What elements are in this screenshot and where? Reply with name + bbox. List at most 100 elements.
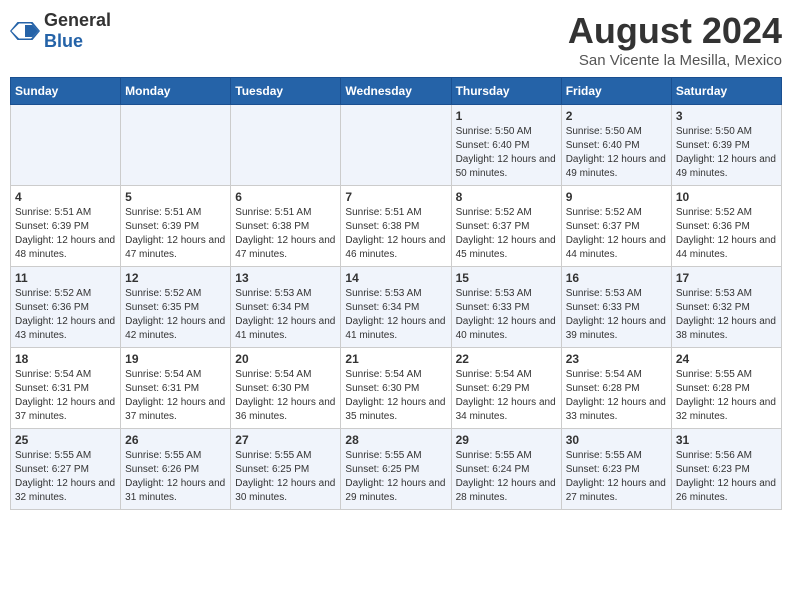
day-number: 11 <box>15 271 116 285</box>
day-info: Sunrise: 5:51 AM Sunset: 6:38 PM Dayligh… <box>345 206 446 262</box>
day-number: 20 <box>235 352 336 366</box>
day-info: Sunrise: 5:54 AM Sunset: 6:30 PM Dayligh… <box>235 368 336 424</box>
day-number: 18 <box>15 352 116 366</box>
day-number: 4 <box>15 190 116 204</box>
calendar-cell: 9 Sunrise: 5:52 AM Sunset: 6:37 PM Daylig… <box>561 186 671 267</box>
day-info: Sunrise: 5:53 AM Sunset: 6:32 PM Dayligh… <box>676 287 777 343</box>
day-number: 19 <box>125 352 226 366</box>
calendar-cell: 8Sunrise: 5:52 AM Sunset: 6:37 PM Daylig… <box>451 186 561 267</box>
day-number: 21 <box>345 352 446 366</box>
calendar-cell: 31 Sunrise: 5:56 AM Sunset: 6:23 PM Dayli… <box>671 429 781 510</box>
col-header-wednesday: Wednesday <box>341 78 451 105</box>
logo: General Blue <box>10 10 111 52</box>
col-header-sunday: Sunday <box>11 78 121 105</box>
day-info: Sunrise: 5:52 AM Sunset: 6:37 PM Dayligh… <box>566 206 667 262</box>
day-info: Sunrise: 5:50 AM Sunset: 6:40 PM Dayligh… <box>566 125 667 181</box>
col-header-friday: Friday <box>561 78 671 105</box>
day-number: 13 <box>235 271 336 285</box>
logo-general: General <box>44 10 111 31</box>
calendar-cell: 14 Sunrise: 5:53 AM Sunset: 6:34 PM Dayli… <box>341 267 451 348</box>
day-number: 27 <box>235 433 336 447</box>
day-number: 14 <box>345 271 446 285</box>
calendar-cell: 11Sunrise: 5:52 AM Sunset: 6:36 PM Dayli… <box>11 267 121 348</box>
calendar-cell: 19 Sunrise: 5:54 AM Sunset: 6:31 PM Dayli… <box>121 348 231 429</box>
day-number: 8 <box>456 190 557 204</box>
day-info: Sunrise: 5:51 AM Sunset: 6:38 PM Dayligh… <box>235 206 336 262</box>
calendar-table: SundayMondayTuesdayWednesdayThursdayFrid… <box>10 77 782 510</box>
logo-text: General Blue <box>44 10 111 52</box>
calendar-cell: 17 Sunrise: 5:53 AM Sunset: 6:32 PM Dayli… <box>671 267 781 348</box>
calendar-cell: 13 Sunrise: 5:53 AM Sunset: 6:34 PM Dayli… <box>231 267 341 348</box>
day-number: 12 <box>125 271 226 285</box>
calendar-cell: 26Sunrise: 5:55 AM Sunset: 6:26 PM Dayli… <box>121 429 231 510</box>
day-info: Sunrise: 5:53 AM Sunset: 6:33 PM Dayligh… <box>566 287 667 343</box>
calendar-cell <box>11 105 121 186</box>
day-info: Sunrise: 5:54 AM Sunset: 6:31 PM Dayligh… <box>125 368 226 424</box>
calendar-cell: 4 Sunrise: 5:51 AM Sunset: 6:39 PM Daylig… <box>11 186 121 267</box>
day-info: Sunrise: 5:56 AM Sunset: 6:23 PM Dayligh… <box>676 449 777 505</box>
calendar-cell: 21 Sunrise: 5:54 AM Sunset: 6:30 PM Dayli… <box>341 348 451 429</box>
calendar-cell: 25Sunrise: 5:55 AM Sunset: 6:27 PM Dayli… <box>11 429 121 510</box>
calendar-cell: 7 Sunrise: 5:51 AM Sunset: 6:38 PM Daylig… <box>341 186 451 267</box>
calendar-cell: 22Sunrise: 5:54 AM Sunset: 6:29 PM Dayli… <box>451 348 561 429</box>
calendar-cell: 24 Sunrise: 5:55 AM Sunset: 6:28 PM Dayli… <box>671 348 781 429</box>
calendar-cell: 30 Sunrise: 5:55 AM Sunset: 6:23 PM Dayli… <box>561 429 671 510</box>
location: San Vicente la Mesilla, Mexico <box>568 52 782 69</box>
day-info: Sunrise: 5:50 AM Sunset: 6:40 PM Dayligh… <box>456 125 557 181</box>
col-header-monday: Monday <box>121 78 231 105</box>
day-info: Sunrise: 5:53 AM Sunset: 6:33 PM Dayligh… <box>456 287 557 343</box>
calendar-cell: 2Sunrise: 5:50 AM Sunset: 6:40 PM Daylig… <box>561 105 671 186</box>
calendar-cell: 28 Sunrise: 5:55 AM Sunset: 6:25 PM Dayli… <box>341 429 451 510</box>
day-info: Sunrise: 5:55 AM Sunset: 6:28 PM Dayligh… <box>676 368 777 424</box>
day-number: 3 <box>676 109 777 123</box>
calendar-cell: 6 Sunrise: 5:51 AM Sunset: 6:38 PM Daylig… <box>231 186 341 267</box>
day-info: Sunrise: 5:55 AM Sunset: 6:25 PM Dayligh… <box>235 449 336 505</box>
day-info: Sunrise: 5:52 AM Sunset: 6:36 PM Dayligh… <box>676 206 777 262</box>
day-number: 6 <box>235 190 336 204</box>
day-number: 17 <box>676 271 777 285</box>
calendar-cell <box>121 105 231 186</box>
calendar-cell: 20 Sunrise: 5:54 AM Sunset: 6:30 PM Dayli… <box>231 348 341 429</box>
calendar-cell: 23Sunrise: 5:54 AM Sunset: 6:28 PM Dayli… <box>561 348 671 429</box>
day-info: Sunrise: 5:50 AM Sunset: 6:39 PM Dayligh… <box>676 125 777 181</box>
calendar-cell: 3 Sunrise: 5:50 AM Sunset: 6:39 PM Daylig… <box>671 105 781 186</box>
calendar-week-row: 25Sunrise: 5:55 AM Sunset: 6:27 PM Dayli… <box>11 429 782 510</box>
day-info: Sunrise: 5:51 AM Sunset: 6:39 PM Dayligh… <box>15 206 116 262</box>
day-info: Sunrise: 5:55 AM Sunset: 6:26 PM Dayligh… <box>125 449 226 505</box>
day-info: Sunrise: 5:55 AM Sunset: 6:23 PM Dayligh… <box>566 449 667 505</box>
col-header-thursday: Thursday <box>451 78 561 105</box>
calendar-cell: 18 Sunrise: 5:54 AM Sunset: 6:31 PM Dayli… <box>11 348 121 429</box>
day-number: 7 <box>345 190 446 204</box>
day-number: 28 <box>345 433 446 447</box>
day-info: Sunrise: 5:53 AM Sunset: 6:34 PM Dayligh… <box>235 287 336 343</box>
day-info: Sunrise: 5:53 AM Sunset: 6:34 PM Dayligh… <box>345 287 446 343</box>
day-info: Sunrise: 5:51 AM Sunset: 6:39 PM Dayligh… <box>125 206 226 262</box>
calendar-week-row: 11Sunrise: 5:52 AM Sunset: 6:36 PM Dayli… <box>11 267 782 348</box>
day-number: 24 <box>676 352 777 366</box>
day-info: Sunrise: 5:54 AM Sunset: 6:30 PM Dayligh… <box>345 368 446 424</box>
calendar-cell <box>231 105 341 186</box>
day-info: Sunrise: 5:55 AM Sunset: 6:27 PM Dayligh… <box>15 449 116 505</box>
logo-blue: Blue <box>44 31 111 52</box>
day-info: Sunrise: 5:55 AM Sunset: 6:24 PM Dayligh… <box>456 449 557 505</box>
calendar-cell: 5 Sunrise: 5:51 AM Sunset: 6:39 PM Daylig… <box>121 186 231 267</box>
calendar-cell: 16Sunrise: 5:53 AM Sunset: 6:33 PM Dayli… <box>561 267 671 348</box>
day-number: 30 <box>566 433 667 447</box>
day-info: Sunrise: 5:54 AM Sunset: 6:31 PM Dayligh… <box>15 368 116 424</box>
day-number: 10 <box>676 190 777 204</box>
calendar-week-row: 4 Sunrise: 5:51 AM Sunset: 6:39 PM Daylig… <box>11 186 782 267</box>
day-number: 15 <box>456 271 557 285</box>
calendar-header-row: SundayMondayTuesdayWednesdayThursdayFrid… <box>11 78 782 105</box>
day-info: Sunrise: 5:52 AM Sunset: 6:35 PM Dayligh… <box>125 287 226 343</box>
col-header-saturday: Saturday <box>671 78 781 105</box>
day-number: 9 <box>566 190 667 204</box>
month-title: August 2024 <box>568 10 782 52</box>
day-info: Sunrise: 5:55 AM Sunset: 6:25 PM Dayligh… <box>345 449 446 505</box>
title-block: August 2024 San Vicente la Mesilla, Mexi… <box>568 10 782 69</box>
calendar-week-row: 1Sunrise: 5:50 AM Sunset: 6:40 PM Daylig… <box>11 105 782 186</box>
day-info: Sunrise: 5:54 AM Sunset: 6:29 PM Dayligh… <box>456 368 557 424</box>
day-number: 5 <box>125 190 226 204</box>
calendar-cell: 10 Sunrise: 5:52 AM Sunset: 6:36 PM Dayli… <box>671 186 781 267</box>
calendar-cell: 29Sunrise: 5:55 AM Sunset: 6:24 PM Dayli… <box>451 429 561 510</box>
day-number: 31 <box>676 433 777 447</box>
